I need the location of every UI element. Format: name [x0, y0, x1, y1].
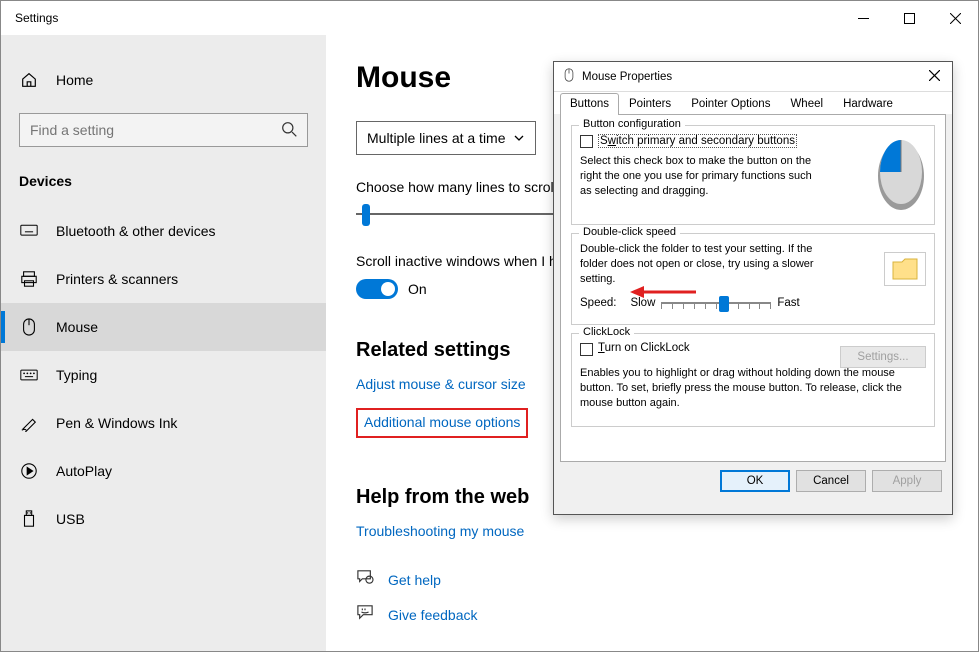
home-icon: [20, 71, 38, 89]
search-wrap: [19, 113, 308, 147]
home-nav[interactable]: Home: [1, 57, 326, 103]
lines-slider[interactable]: [356, 201, 566, 229]
chat-icon: [356, 569, 374, 590]
tab-buttons[interactable]: Buttons: [560, 93, 619, 115]
group-legend: Double-click speed: [579, 226, 680, 238]
switch-desc: Select this check box to make the button…: [580, 154, 815, 199]
sidebar-item-label: Typing: [56, 367, 97, 383]
dialog-close-button[interactable]: [924, 70, 944, 84]
speed-label: Speed:: [580, 297, 616, 309]
group-legend: ClickLock: [579, 326, 634, 338]
sidebar-item-label: Mouse: [56, 319, 98, 335]
tab-wheel[interactable]: Wheel: [780, 93, 833, 115]
sidebar-item-label: Printers & scanners: [56, 271, 178, 287]
group-legend: Button configuration: [579, 118, 685, 130]
tab-hardware[interactable]: Hardware: [833, 93, 903, 115]
sidebar-item-mouse[interactable]: Mouse: [1, 303, 326, 351]
titlebar: Settings: [1, 1, 978, 35]
sidebar-item-label: Pen & Windows Ink: [56, 415, 177, 431]
highlighted-link-box: Additional mouse options: [356, 408, 528, 438]
dialog-titlebar[interactable]: Mouse Properties: [554, 62, 952, 92]
fast-label: Fast: [777, 297, 799, 309]
inactive-toggle[interactable]: [356, 279, 398, 299]
combo-value: Multiple lines at a time: [367, 130, 506, 146]
sidebar-item-label: AutoPlay: [56, 463, 112, 479]
printer-icon: [20, 270, 38, 288]
link-adjust-cursor[interactable]: Adjust mouse & cursor size: [356, 376, 526, 392]
button-config-group: Button configuration Switch primary and …: [571, 125, 935, 225]
tab-pointers[interactable]: Pointers: [619, 93, 681, 115]
sidebar-item-typing[interactable]: Typing: [1, 351, 326, 399]
apply-button[interactable]: Apply: [872, 470, 942, 492]
tab-pointer-options[interactable]: Pointer Options: [681, 93, 780, 115]
close-button[interactable]: [932, 1, 978, 35]
ok-button[interactable]: OK: [720, 470, 790, 492]
feedback-icon: [356, 604, 374, 625]
sidebar-item-bluetooth[interactable]: Bluetooth & other devices: [1, 207, 326, 255]
dblclick-speed-slider[interactable]: [661, 293, 771, 313]
usb-icon: [20, 510, 38, 528]
clicklock-desc: Enables you to highlight or drag without…: [580, 366, 926, 411]
section-header: Devices: [19, 173, 326, 189]
scroll-mode-combo[interactable]: Multiple lines at a time: [356, 121, 536, 155]
link-troubleshoot-mouse[interactable]: Troubleshooting my mouse: [356, 523, 524, 539]
search-input[interactable]: [19, 113, 308, 147]
sidebar-item-pen[interactable]: Pen & Windows Ink: [1, 399, 326, 447]
switch-buttons-checkbox[interactable]: Switch primary and secondary buttons: [580, 134, 810, 148]
sidebar-item-autoplay[interactable]: AutoPlay: [1, 447, 326, 495]
clicklock-settings-button[interactable]: Settings...: [840, 346, 926, 368]
link-give-feedback[interactable]: Give feedback: [388, 607, 478, 623]
checkbox-label: Switch primary and secondary buttons: [598, 134, 797, 148]
maximize-button[interactable]: [886, 1, 932, 35]
toggle-state: On: [408, 281, 427, 297]
window-title: Settings: [15, 11, 58, 25]
dialog-tabs: Buttons Pointers Pointer Options Wheel H…: [554, 92, 952, 114]
cancel-button[interactable]: Cancel: [796, 470, 866, 492]
test-folder[interactable]: [884, 252, 926, 286]
checkbox-box: [580, 343, 593, 356]
link-get-help[interactable]: Get help: [388, 572, 441, 588]
pen-icon: [20, 414, 38, 432]
dialog-button-row: OK Cancel Apply: [554, 468, 952, 492]
clicklock-group: ClickLock Turn on ClickLock Settings... …: [571, 333, 935, 427]
sidebar: Home Devices Bluetooth & other devices P…: [1, 35, 326, 651]
sidebar-item-printers[interactable]: Printers & scanners: [1, 255, 326, 303]
mouse-properties-dialog: Mouse Properties Buttons Pointers Pointe…: [553, 61, 953, 515]
keyboard-icon: [20, 224, 38, 238]
sidebar-item-label: Bluetooth & other devices: [56, 223, 216, 239]
mouse-illustration: [874, 136, 928, 215]
mouse-icon: [562, 68, 576, 85]
autoplay-icon: [20, 462, 38, 480]
double-click-group: Double-click speed Double-click the fold…: [571, 233, 935, 325]
home-label: Home: [56, 72, 93, 88]
dialog-title: Mouse Properties: [582, 71, 924, 83]
sidebar-item-label: USB: [56, 511, 85, 527]
mouse-icon: [20, 318, 38, 336]
sidebar-item-usb[interactable]: USB: [1, 495, 326, 543]
link-additional-mouse-options[interactable]: Additional mouse options: [364, 414, 520, 430]
minimize-button[interactable]: [840, 1, 886, 35]
search-icon: [281, 121, 298, 143]
checkbox-box: [580, 135, 593, 148]
checkbox-label: Turn on ClickLock: [598, 342, 690, 354]
dblclick-desc: Double-click the folder to test your set…: [580, 242, 830, 287]
chevron-down-icon: [513, 132, 525, 144]
typing-icon: [20, 368, 38, 382]
